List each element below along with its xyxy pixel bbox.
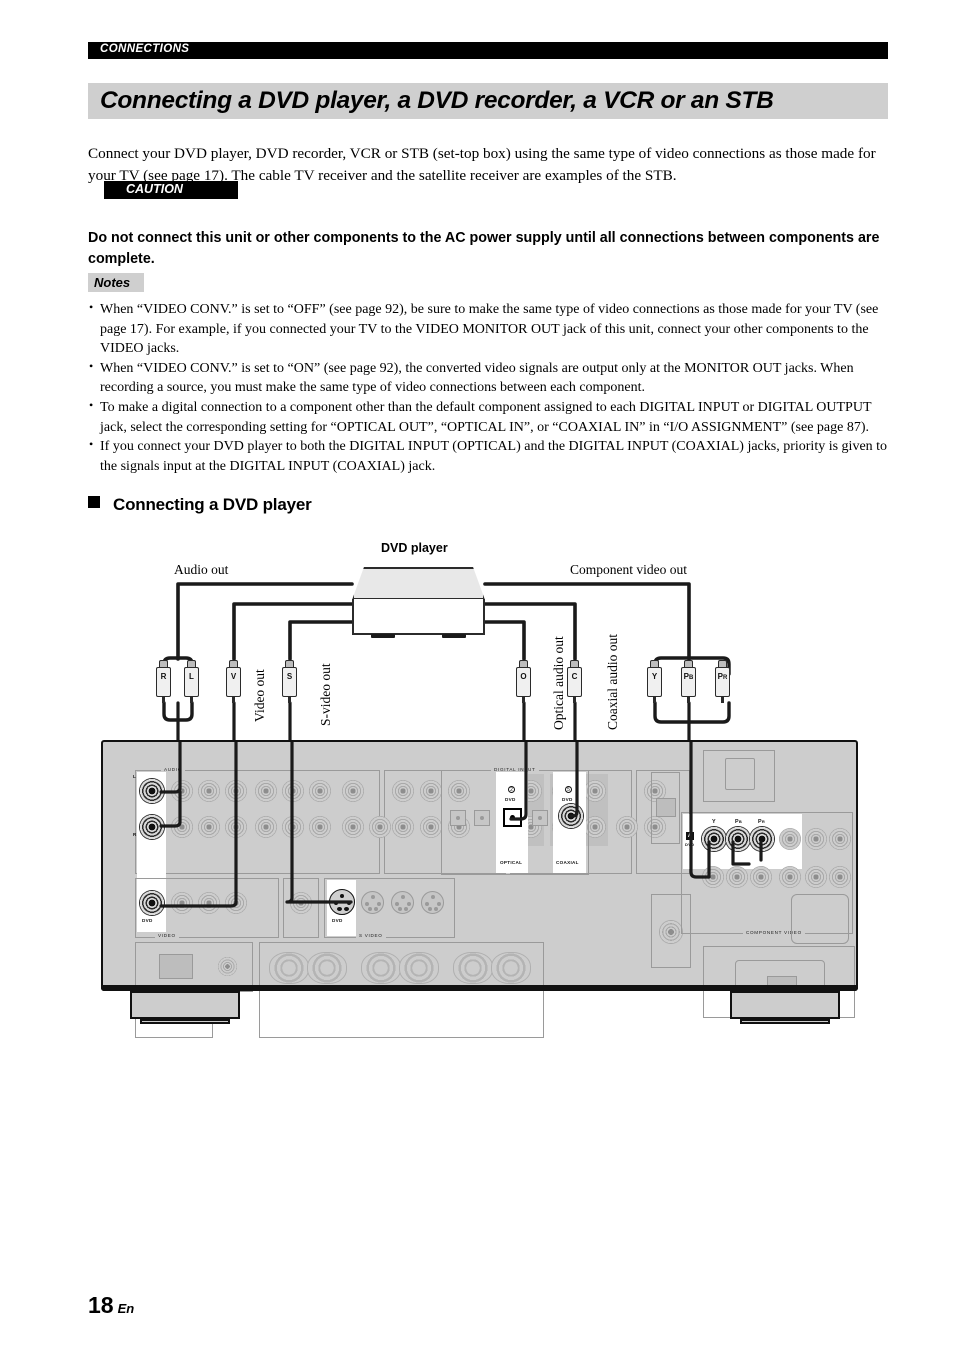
caution-text: Do not connect this unit or other compon… xyxy=(88,230,880,267)
page-number-lang: En xyxy=(117,1301,135,1316)
note-bullet-icon: • xyxy=(89,437,94,452)
plug-tip xyxy=(721,696,724,703)
note-text: If you connect your DVD player to both t… xyxy=(100,439,888,474)
lower-left-jack xyxy=(218,957,237,976)
speaker-terminal xyxy=(361,952,401,984)
plug-tip xyxy=(162,696,165,703)
dvd-player-foot-left xyxy=(371,634,395,638)
speaker-terminal xyxy=(307,952,347,984)
note-text: To make a digital connection to a compon… xyxy=(100,399,872,435)
terminal-block xyxy=(159,954,193,979)
note-bullet-icon: • xyxy=(89,300,94,314)
black-square-bullet-icon xyxy=(88,496,100,508)
page-title: Connecting a DVD player, a DVD recorder,… xyxy=(100,87,774,114)
plug-label: R xyxy=(160,672,167,681)
receiver-foot-right xyxy=(730,991,840,1019)
receiver-foot-pad-right xyxy=(740,1019,830,1024)
plug-tip xyxy=(232,696,235,703)
plug-label: C xyxy=(571,672,578,681)
speaker-terminal xyxy=(399,952,439,984)
note-item: • When “VIDEO CONV.” is set to “OFF” (se… xyxy=(88,300,894,359)
ac-plug-icon xyxy=(791,894,849,944)
notes-tag: Notes xyxy=(88,273,144,292)
caution-tag-label: CAUTION xyxy=(126,182,183,196)
section-heading: Connecting a DVD player xyxy=(88,495,312,515)
caution-tag: CAUTION xyxy=(104,181,238,199)
note-bullet-icon: • xyxy=(89,397,94,412)
note-text: When “VIDEO CONV.” is set to “ON” (see p… xyxy=(100,360,854,396)
intro-paragraph: Connect your DVD player, DVD recorder, V… xyxy=(88,145,876,184)
notes-list: • When “VIDEO CONV.” is set to “OFF” (se… xyxy=(88,300,894,476)
connection-diagram: DVD player Audio out Component video out… xyxy=(0,536,954,1066)
section-heading-text: Connecting a DVD player xyxy=(113,495,312,514)
plug-tip xyxy=(573,696,576,703)
dvd-player-foot-right xyxy=(442,634,466,638)
plug-label: L xyxy=(189,672,194,681)
note-bullet-icon: • xyxy=(89,358,94,373)
plug-label: Y xyxy=(651,672,658,681)
running-head-text: CONNECTIONS xyxy=(100,43,190,55)
receiver-foot-left xyxy=(130,991,240,1019)
receiver-rear-panel: AUDIO L R VIDEO DVD S VIDEO DVD DIGITAL … xyxy=(101,740,858,1038)
speaker-terminal xyxy=(453,952,493,984)
plug-tip xyxy=(687,696,690,703)
chapter-title-band: Connecting a DVD player, a DVD recorder,… xyxy=(88,83,888,119)
speaker-terminal xyxy=(269,952,309,984)
dvd-player-top xyxy=(352,567,485,600)
plug-label: PR xyxy=(717,672,728,681)
manual-page: CONNECTIONS Connecting a DVD player, a D… xyxy=(0,0,954,1348)
plug-label: S xyxy=(286,672,293,681)
plug-label: PB xyxy=(683,672,694,681)
plug-tip xyxy=(288,696,291,703)
speaker-terminal xyxy=(491,952,531,984)
notes-tag-label: Notes xyxy=(94,275,131,290)
note-item: • To make a digital connection to a comp… xyxy=(88,398,894,437)
receiver-foot-pad-left xyxy=(140,1019,230,1024)
page-number: 18 En xyxy=(88,1292,134,1319)
note-text: When “VIDEO CONV.” is set to “OFF” (see … xyxy=(100,302,879,357)
plug-tip xyxy=(190,696,193,703)
plug-tip xyxy=(653,696,656,703)
dvd-player-front xyxy=(352,599,485,635)
plug-tip xyxy=(522,696,525,703)
page-number-value: 18 xyxy=(88,1292,114,1318)
running-head-bar: CONNECTIONS xyxy=(88,42,888,59)
note-item: • If you connect your DVD player to both… xyxy=(88,437,894,476)
plug-label: V xyxy=(230,672,237,681)
plug-label: O xyxy=(520,672,527,681)
note-item: • When “VIDEO CONV.” is set to “ON” (see… xyxy=(88,359,894,398)
